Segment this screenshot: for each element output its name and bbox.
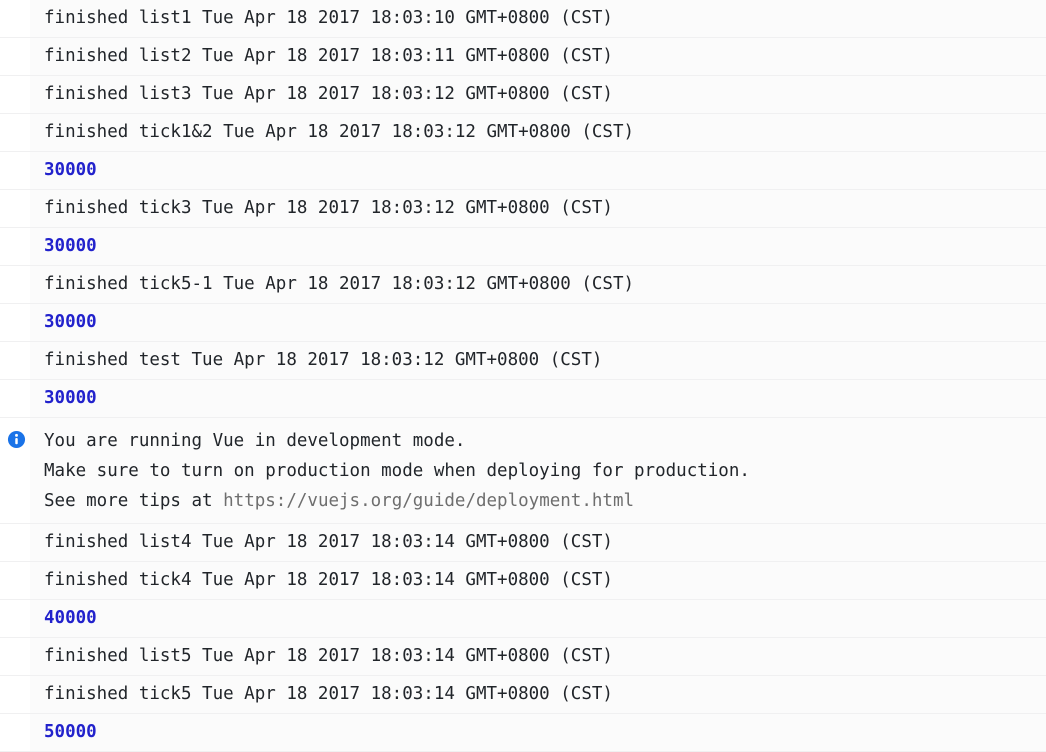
- console-value-message[interactable]: 40000: [0, 600, 1046, 638]
- console-log-text: finished tick3 Tue Apr 18 2017 18:03:12 …: [44, 198, 613, 218]
- console-log-message[interactable]: finished list3 Tue Apr 18 2017 18:03:12 …: [0, 76, 1046, 114]
- info-message-line-1: You are running Vue in development mode.: [44, 431, 466, 451]
- console-value-message[interactable]: 30000: [0, 152, 1046, 190]
- console-info-message[interactable]: You are running Vue in development mode.…: [0, 418, 1046, 524]
- console-value-text: 50000: [44, 722, 97, 742]
- console-log-text: finished list2 Tue Apr 18 2017 18:03:11 …: [44, 46, 613, 66]
- console-log-message[interactable]: finished tick4 Tue Apr 18 2017 18:03:14 …: [0, 562, 1046, 600]
- browser-console-log-panel[interactable]: finished list1 Tue Apr 18 2017 18:03:10 …: [0, 0, 1046, 752]
- info-message-line-3-prefix: See more tips at: [44, 491, 224, 511]
- console-row-gutter: [0, 190, 30, 227]
- console-log-message[interactable]: finished tick5-1 Tue Apr 18 2017 18:03:1…: [0, 266, 1046, 304]
- console-row-gutter: [0, 676, 30, 713]
- console-log-message[interactable]: finished list5 Tue Apr 18 2017 18:03:14 …: [0, 638, 1046, 676]
- console-log-text: finished tick5 Tue Apr 18 2017 18:03:14 …: [44, 684, 613, 704]
- console-log-message[interactable]: finished list1 Tue Apr 18 2017 18:03:10 …: [0, 0, 1046, 38]
- console-log-text: finished list4 Tue Apr 18 2017 18:03:14 …: [44, 532, 613, 552]
- console-log-text: finished tick1&2 Tue Apr 18 2017 18:03:1…: [44, 122, 635, 142]
- console-row-gutter: [0, 714, 30, 751]
- console-row-gutter: [0, 342, 30, 379]
- console-row-gutter: [0, 114, 30, 151]
- console-value-message[interactable]: 30000: [0, 380, 1046, 418]
- console-value-text: 30000: [44, 312, 97, 332]
- console-value-text: 30000: [44, 236, 97, 256]
- console-log-text: finished list3 Tue Apr 18 2017 18:03:12 …: [44, 84, 613, 104]
- console-row-gutter: [0, 600, 30, 637]
- console-row-gutter: [0, 562, 30, 599]
- console-log-message[interactable]: finished tick3 Tue Apr 18 2017 18:03:12 …: [0, 190, 1046, 228]
- console-row-gutter: [0, 228, 30, 265]
- info-message-line-2: Make sure to turn on production mode whe…: [44, 461, 750, 481]
- console-row-gutter: [0, 38, 30, 75]
- console-log-text: finished tick5-1 Tue Apr 18 2017 18:03:1…: [44, 274, 635, 294]
- console-value-message[interactable]: 30000: [0, 304, 1046, 342]
- console-value-message[interactable]: 30000: [0, 228, 1046, 266]
- info-message-line-3: See more tips at https://vuejs.org/guide…: [44, 486, 1038, 516]
- console-value-text: 30000: [44, 160, 97, 180]
- console-log-message[interactable]: finished test Tue Apr 18 2017 18:03:12 G…: [0, 342, 1046, 380]
- console-row-gutter: [0, 524, 30, 561]
- info-circle-icon: [7, 430, 26, 449]
- console-row-gutter: [0, 0, 30, 37]
- console-row-gutter: [0, 418, 30, 523]
- console-log-text: finished list1 Tue Apr 18 2017 18:03:10 …: [44, 8, 613, 28]
- console-log-message[interactable]: finished tick5 Tue Apr 18 2017 18:03:14 …: [0, 676, 1046, 714]
- console-row-gutter: [0, 76, 30, 113]
- vue-deployment-guide-link[interactable]: https://vuejs.org/guide/deployment.html: [223, 491, 634, 511]
- console-row-gutter: [0, 638, 30, 675]
- console-log-message[interactable]: finished list2 Tue Apr 18 2017 18:03:11 …: [0, 38, 1046, 76]
- console-message-list: finished list1 Tue Apr 18 2017 18:03:10 …: [0, 0, 1046, 752]
- console-row-gutter: [0, 266, 30, 303]
- console-log-message[interactable]: finished tick1&2 Tue Apr 18 2017 18:03:1…: [0, 114, 1046, 152]
- console-log-text: finished test Tue Apr 18 2017 18:03:12 G…: [44, 350, 603, 370]
- console-value-message[interactable]: 50000: [0, 714, 1046, 752]
- console-log-text: finished list5 Tue Apr 18 2017 18:03:14 …: [44, 646, 613, 666]
- console-row-gutter: [0, 152, 30, 189]
- console-value-text: 30000: [44, 388, 97, 408]
- console-value-text: 40000: [44, 608, 97, 628]
- console-log-message[interactable]: finished list4 Tue Apr 18 2017 18:03:14 …: [0, 524, 1046, 562]
- console-log-text: finished tick4 Tue Apr 18 2017 18:03:14 …: [44, 570, 613, 590]
- console-row-gutter: [0, 304, 30, 341]
- console-row-gutter: [0, 380, 30, 417]
